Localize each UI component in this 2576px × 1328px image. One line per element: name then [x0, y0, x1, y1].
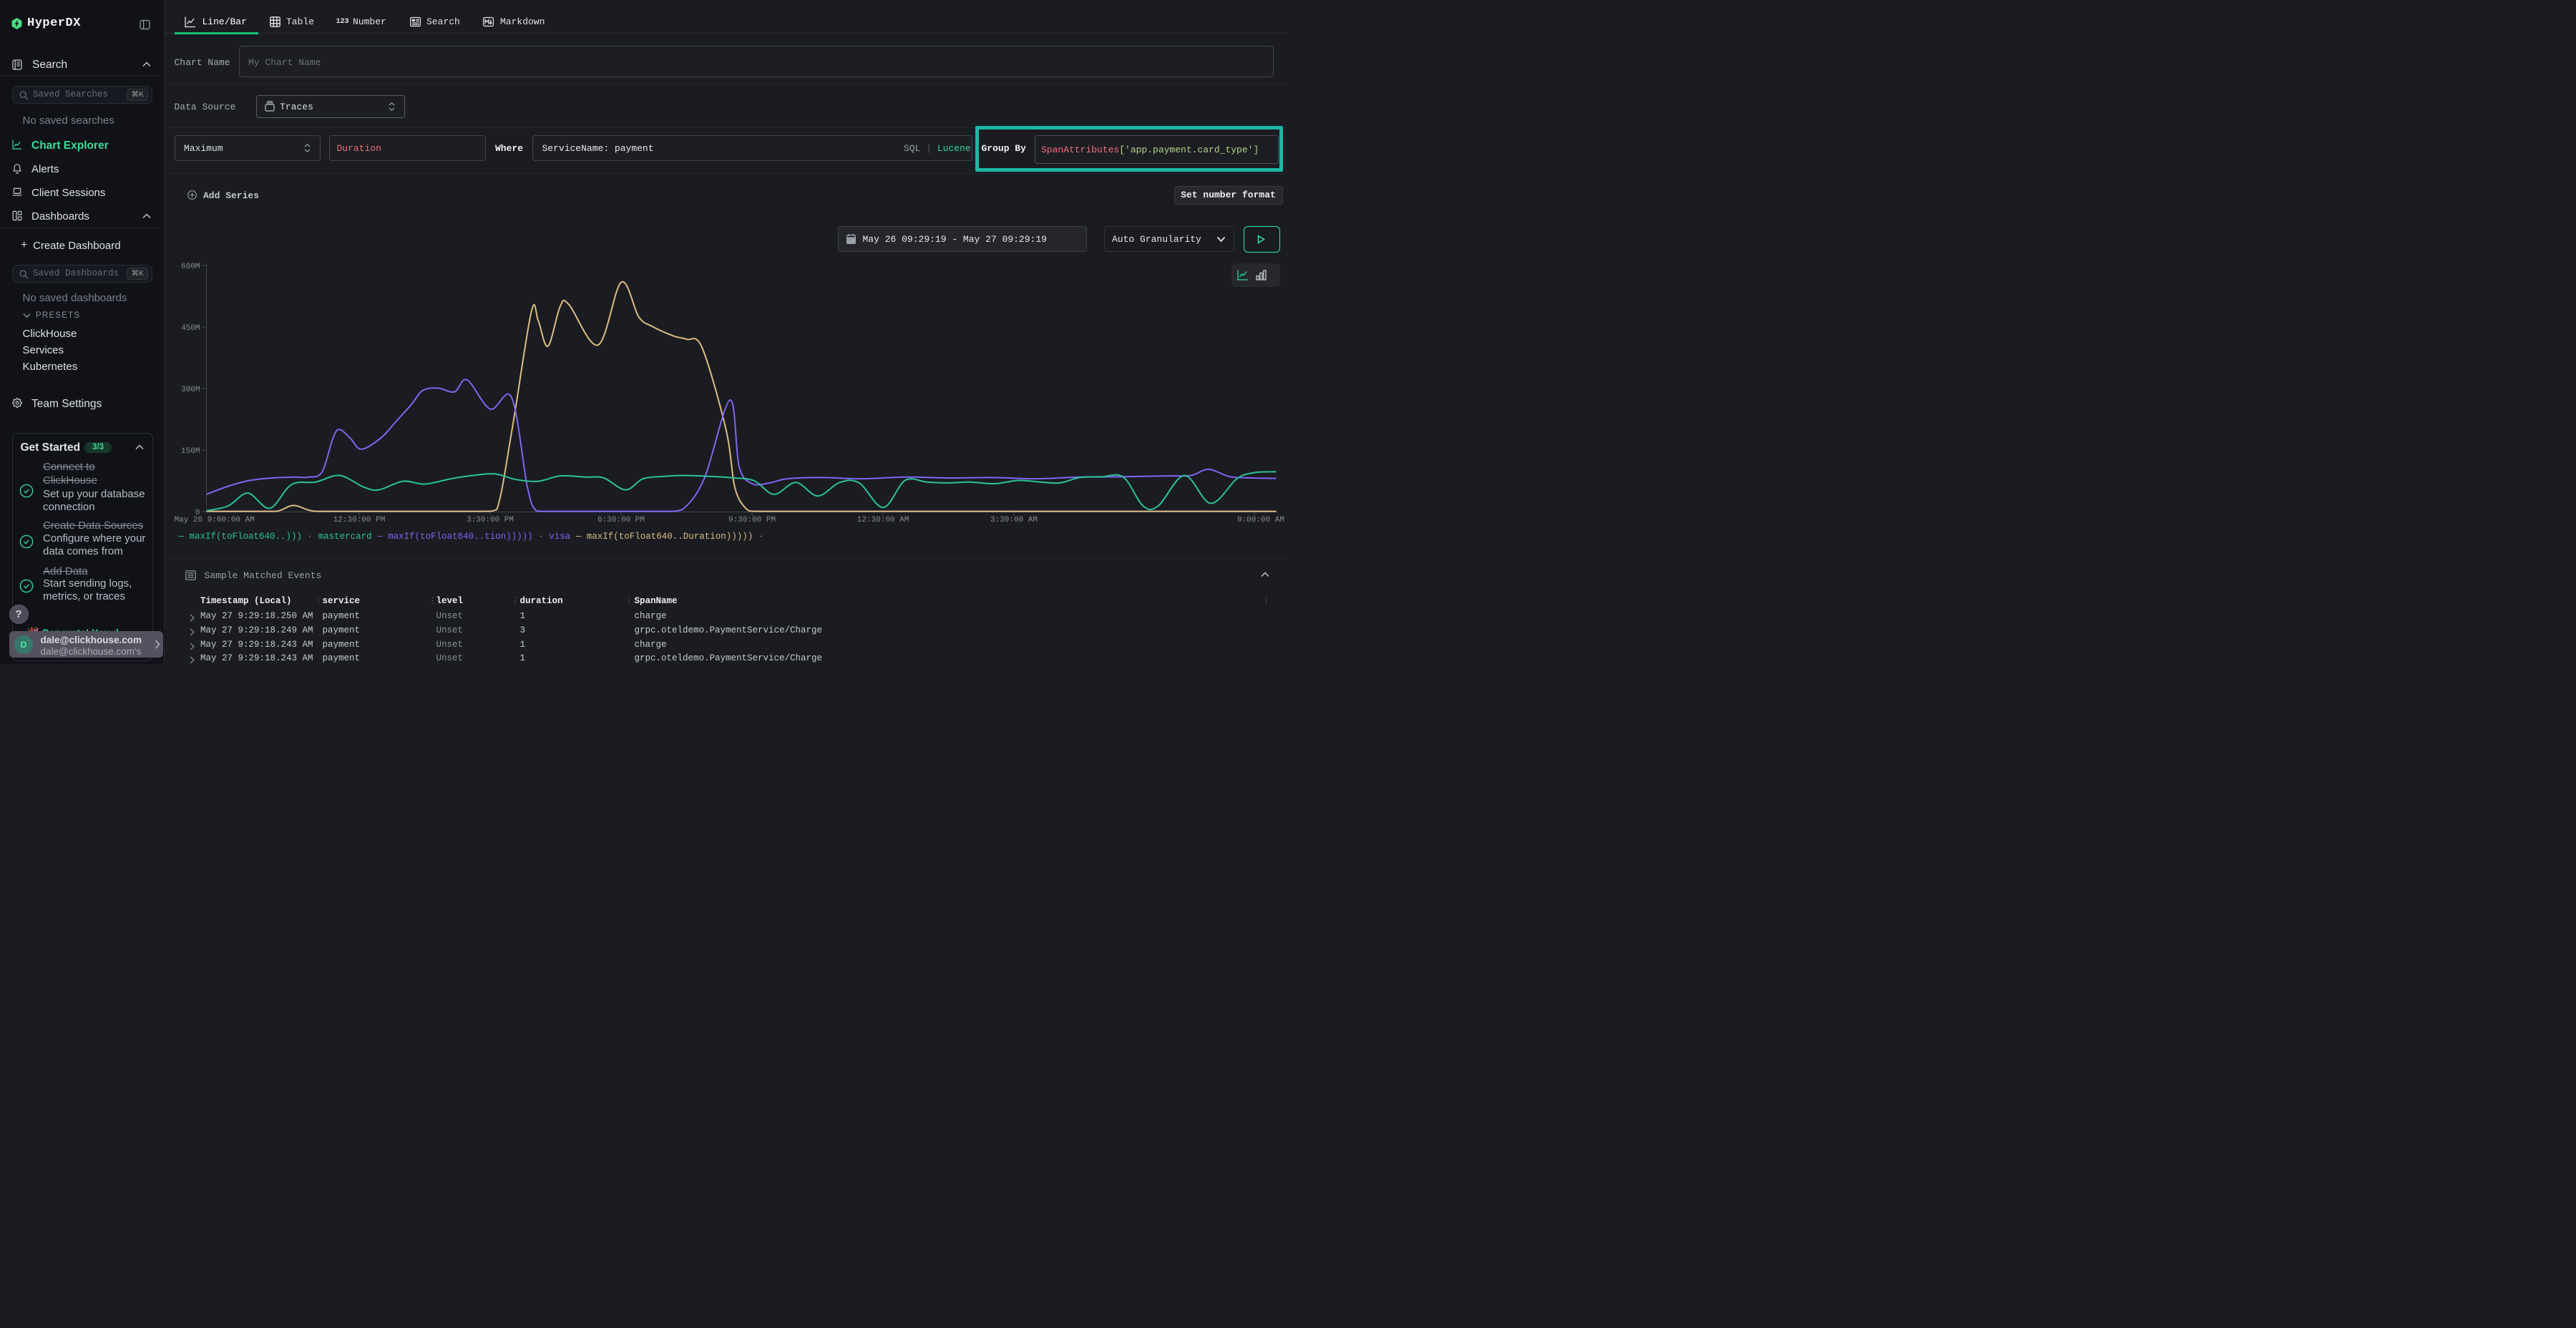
svg-text:May 26 9:00:00 AM: May 26 9:00:00 AM — [175, 516, 255, 524]
svg-text:3:30:00 PM: 3:30:00 PM — [467, 516, 514, 524]
svg-text:12:30:00 PM: 12:30:00 PM — [333, 516, 386, 524]
svg-text:6:30:00 PM: 6:30:00 PM — [597, 516, 645, 524]
svg-text:150M: 150M — [181, 447, 200, 456]
svg-text:600M: 600M — [181, 263, 200, 271]
svg-text:450M: 450M — [181, 324, 200, 333]
svg-text:3:30:00 AM: 3:30:00 AM — [990, 516, 1038, 524]
svg-text:9:30:00 PM: 9:30:00 PM — [728, 516, 776, 524]
svg-text:9:00:00 AM: 9:00:00 AM — [1237, 516, 1284, 524]
svg-text:300M: 300M — [181, 386, 200, 394]
svg-text:12:30:00 AM: 12:30:00 AM — [857, 516, 909, 524]
